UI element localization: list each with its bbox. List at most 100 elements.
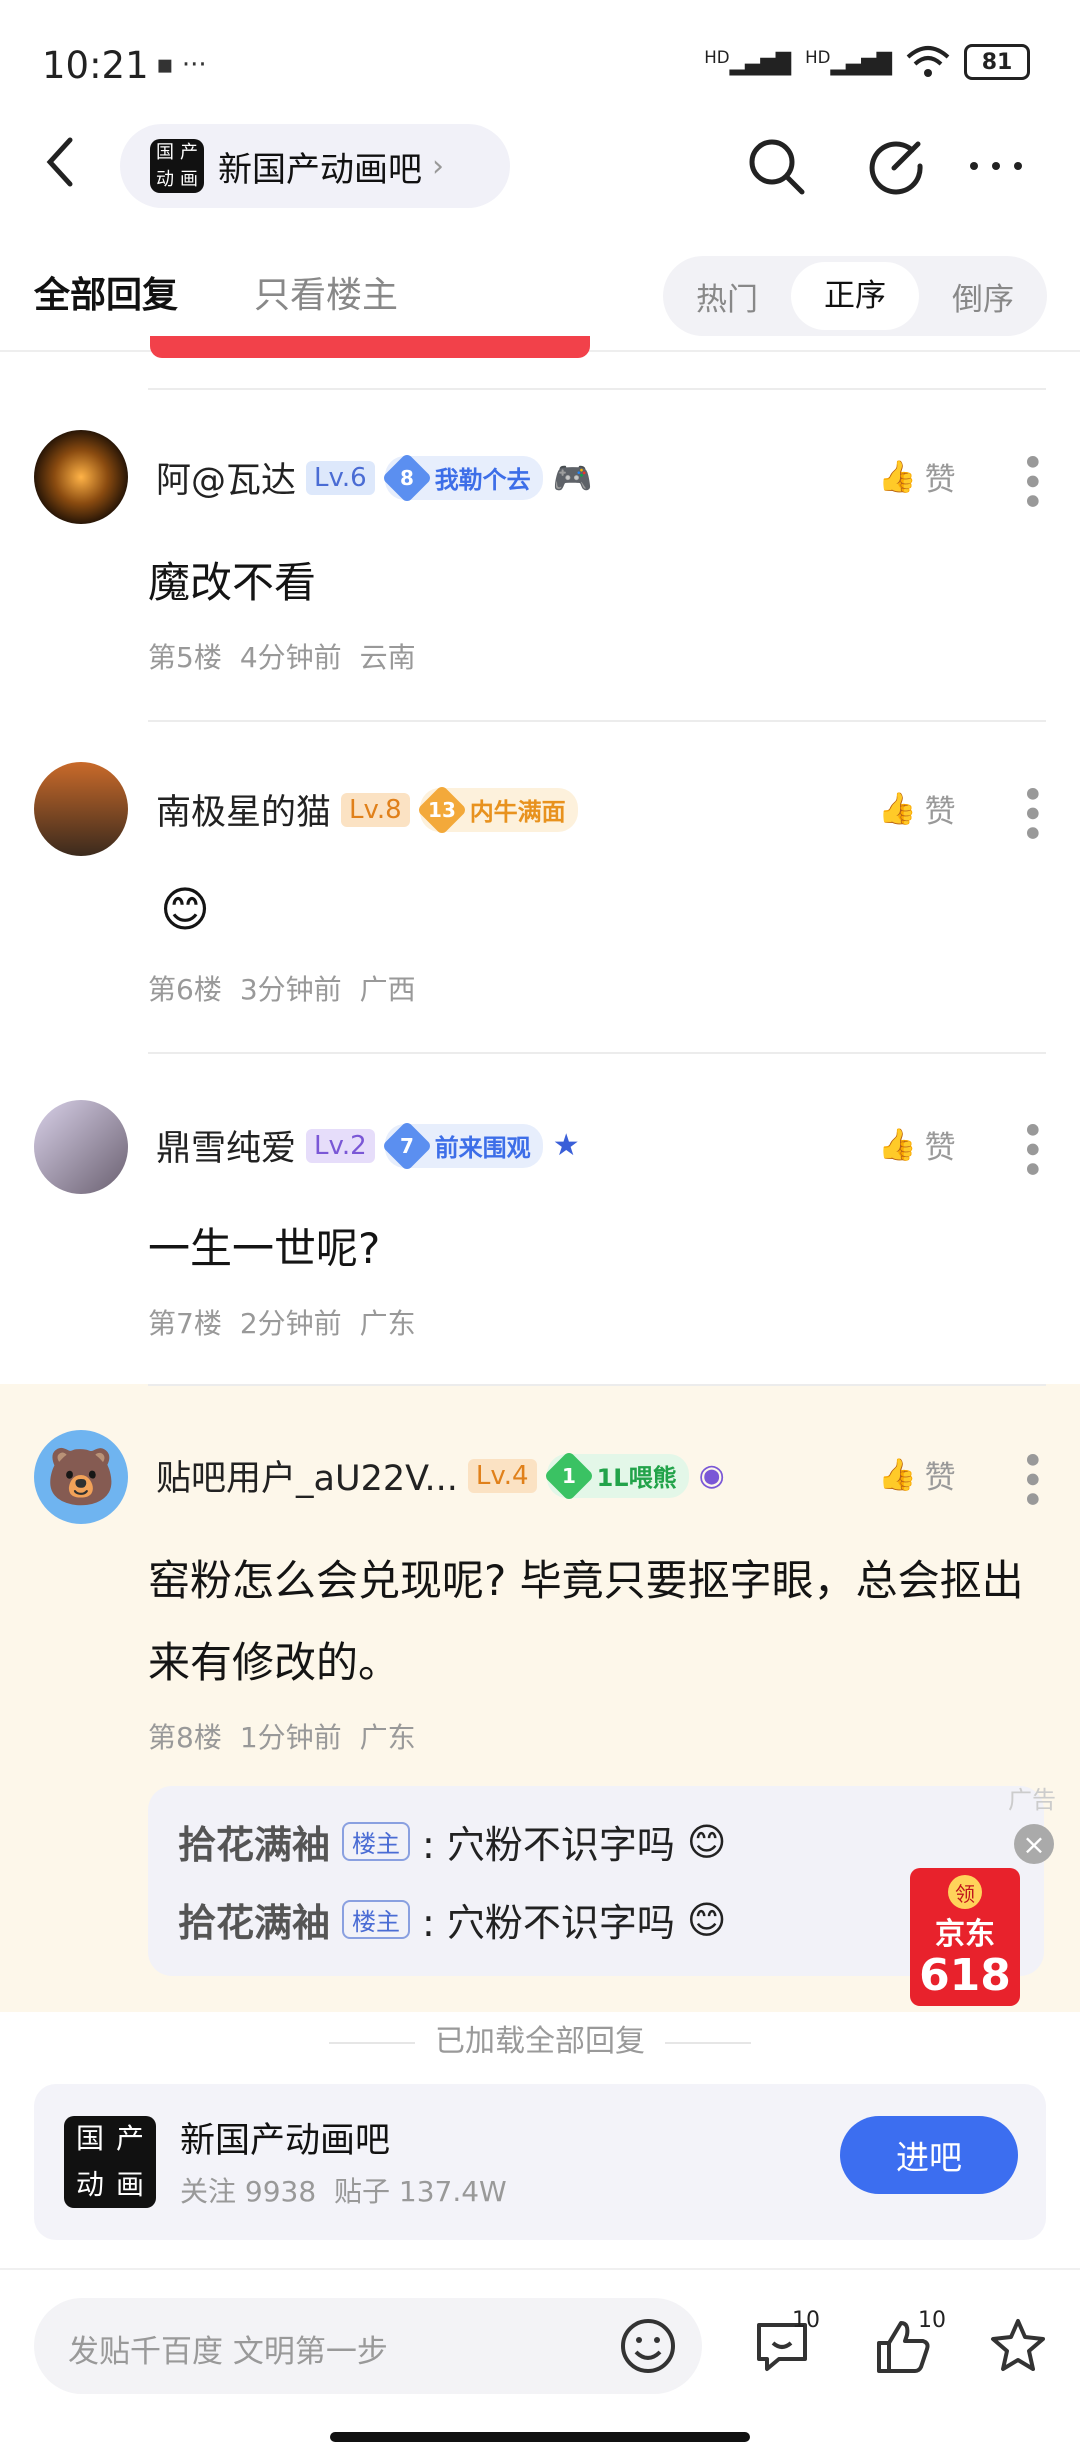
comment-count: 10 <box>792 2308 820 2333</box>
title-badge: 8 我勒个去 <box>381 452 543 503</box>
forum-card[interactable]: 国产动画 新国产动画吧 关注 9938 贴子 137.4W 进吧 <box>34 2084 1046 2240</box>
post-more-button[interactable]: ••• <box>1008 1118 1054 1177</box>
username[interactable]: 南极星的猫 <box>156 784 331 835</box>
battery-icon: 81 <box>964 44 1030 80</box>
owner-tag: 楼主 <box>342 1822 411 1861</box>
share-icon <box>869 141 923 195</box>
tab-all-replies[interactable]: 全部回复 <box>34 266 178 318</box>
user-row: 贴吧用户_aU22V... Lv.4 1 1L喂熊 ◉ <box>156 1450 725 1501</box>
level-badge: Lv.2 <box>306 1128 375 1163</box>
loaded-all-text: 已加载全部回复 <box>0 2016 1080 2060</box>
level-badge: Lv.8 <box>341 792 410 827</box>
post-meta: 第8楼 1分钟前 广东 <box>148 1721 416 1754</box>
notification-icon: ▪ ··· <box>156 50 207 80</box>
home-indicator[interactable] <box>330 2432 750 2442</box>
username[interactable]: 贴吧用户_aU22V... <box>156 1450 458 1501</box>
divider <box>148 388 1046 390</box>
divider <box>329 2041 415 2044</box>
search-button[interactable] <box>736 126 816 206</box>
thumbs-up-icon: 👍 <box>878 791 917 827</box>
divider <box>665 2041 751 2044</box>
post-more-button[interactable]: ••• <box>1008 450 1054 509</box>
post-content: 窑粉怎么会兑现呢? 毕竟只要抠字眼，总会抠出来有修改的。 <box>148 1556 1024 1687</box>
like-button[interactable]: 👍 赞 <box>878 454 956 499</box>
signal-icon: HD▂▄▆█ <box>805 48 892 76</box>
smile-emoji-icon: 😊 <box>686 1819 727 1864</box>
forum-card-stats: 关注 9938 贴子 137.4W <box>180 2175 507 2208</box>
avatar[interactable] <box>34 1100 128 1194</box>
avatar[interactable] <box>34 430 128 524</box>
back-button[interactable] <box>40 132 90 202</box>
smile-emoji-icon: 😊 <box>686 1897 727 1942</box>
title-badge: 13 内牛满面 <box>416 784 578 835</box>
sub-reply[interactable]: 拾花满袖 楼主: 穴粉不识字吗 😊 <box>178 1814 727 1869</box>
thumbs-up-icon: 👍 <box>878 1457 917 1493</box>
post-more-button[interactable]: ••• <box>1008 782 1054 841</box>
share-button[interactable] <box>856 126 936 206</box>
status-icons: HD▂▄▆█ HD▂▄▆█ 81 <box>704 44 1030 80</box>
smile-emoji-icon: 😊 <box>160 882 211 938</box>
signal-icon: HD▂▄▆█ <box>704 48 792 76</box>
medal-icon: ★ <box>552 1128 580 1163</box>
star-icon <box>991 2319 1045 2371</box>
sort-hot[interactable]: 热门 <box>663 274 791 319</box>
level-badge: Lv.6 <box>306 460 375 495</box>
sub-reply[interactable]: 拾花满袖 楼主: 穴粉不识字吗 😊 <box>178 1892 727 1947</box>
wifi-icon <box>906 46 950 77</box>
like-button[interactable]: 👍 赞 <box>878 1122 956 1167</box>
owner-tag: 楼主 <box>342 1900 411 1939</box>
post-meta: 第7楼 2分钟前 广东 <box>148 1307 416 1340</box>
post-content: 魔改不看 <box>148 558 317 607</box>
back-arrow-icon <box>46 137 73 187</box>
user-row: 鼎雪纯爱 Lv.2 7 前来围观 ★ <box>156 1120 580 1171</box>
level-badge: Lv.4 <box>467 1458 537 1493</box>
like-button[interactable]: 👍 赞 <box>878 786 956 831</box>
status-time: 10:21 <box>42 44 149 87</box>
forum-logo: 国产动画 <box>64 2116 156 2208</box>
favorite-button[interactable] <box>978 2306 1058 2386</box>
title-badge: 7 前来围观 <box>381 1120 543 1171</box>
more-button[interactable] <box>956 126 1036 206</box>
ad-close-button[interactable]: × <box>1014 1824 1054 1864</box>
ad-coupon: 领 <box>948 1875 982 1909</box>
ad-banner[interactable]: 领 京东 618 <box>910 1868 1020 2006</box>
sort-desc[interactable]: 倒序 <box>919 274 1047 319</box>
thumbs-up-icon: 👍 <box>878 459 917 495</box>
prev-post-red-bar <box>150 336 590 358</box>
post-meta: 第6楼 3分钟前 广西 <box>148 973 416 1006</box>
compose-placeholder: 发贴千百度 文明第一步 <box>68 2334 388 2370</box>
avatar[interactable] <box>34 762 128 856</box>
game-icon: 🎮 <box>552 458 593 497</box>
ad-tag: 广告 <box>1008 1786 1056 1814</box>
forum-logo: 国产动画 <box>150 139 204 193</box>
chevron-right-icon: › <box>432 148 444 184</box>
forum-chip-name: 新国产动画吧 <box>218 149 422 190</box>
search-icon <box>749 139 805 195</box>
post-meta: 第5楼 4分钟前 云南 <box>148 641 416 674</box>
like-button[interactable]: 👍 赞 <box>878 1452 956 1497</box>
divider <box>148 1052 1046 1054</box>
status-bar: 10:21 ▪ ··· HD▂▄▆█ HD▂▄▆█ 81 <box>0 0 1080 130</box>
user-row: 阿@瓦达 Lv.6 8 我勒个去 🎮 <box>156 452 593 503</box>
sort-group: 热门 正序 倒序 <box>663 256 1047 336</box>
medal-icon: ◉ <box>698 1458 725 1493</box>
more-dots-icon <box>970 162 1022 170</box>
divider <box>148 1384 1046 1386</box>
emoji-icon[interactable] <box>618 2316 678 2376</box>
username[interactable]: 鼎雪纯爱 <box>156 1120 296 1171</box>
post-content: 一生一世呢? <box>148 1224 381 1273</box>
like-count: 10 <box>918 2308 946 2333</box>
avatar[interactable]: 🐻 <box>34 1430 128 1524</box>
divider <box>148 720 1046 722</box>
thumbs-up-icon: 👍 <box>878 1127 917 1163</box>
compose-input[interactable]: 发贴千百度 文明第一步 <box>34 2298 702 2394</box>
sort-asc[interactable]: 正序 <box>791 262 919 330</box>
forum-chip[interactable]: 国产动画 新国产动画吧 › <box>120 124 510 208</box>
tab-only-owner[interactable]: 只看楼主 <box>254 266 398 318</box>
enter-forum-button[interactable]: 进吧 <box>840 2116 1018 2194</box>
ad-number: 618 <box>919 1950 1011 2001</box>
ad-brand: 京东 <box>935 1917 995 1952</box>
username[interactable]: 阿@瓦达 <box>156 452 296 503</box>
post-more-button[interactable]: ••• <box>1008 1448 1054 1507</box>
user-row: 南极星的猫 Lv.8 13 内牛满面 <box>156 784 578 835</box>
